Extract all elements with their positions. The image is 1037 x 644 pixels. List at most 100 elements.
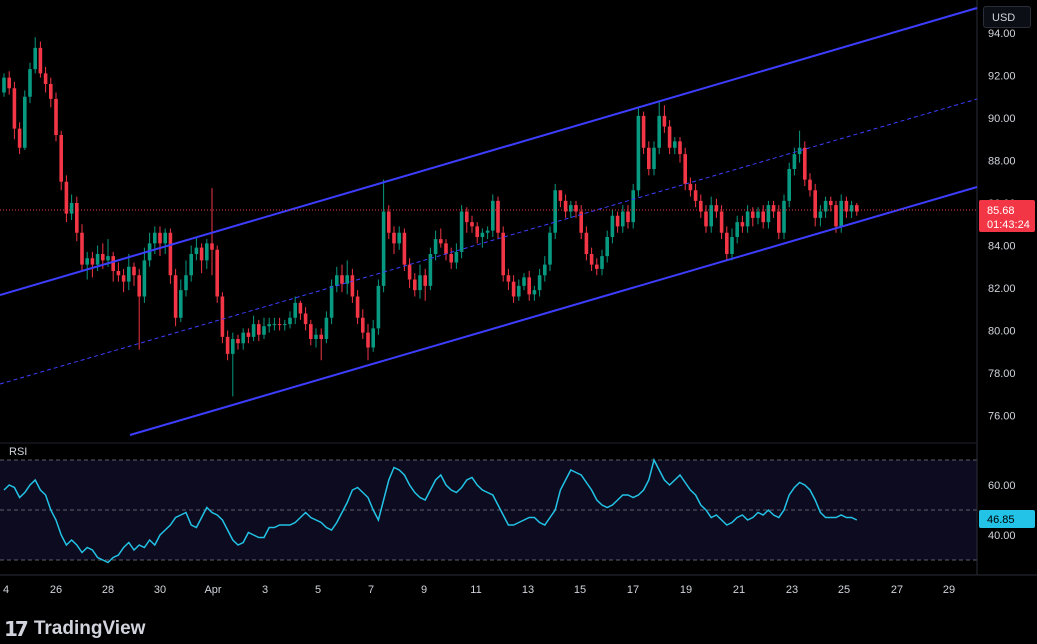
- candle-body: [303, 313, 308, 325]
- candle-body: [49, 84, 53, 99]
- candle-body: [168, 232, 173, 276]
- candle-body: [241, 332, 245, 344]
- candle-body: [262, 326, 266, 335]
- candle-body: [85, 258, 89, 265]
- time-tick-label: 15: [574, 584, 586, 596]
- candle-body: [714, 205, 719, 212]
- candle-body: [288, 317, 292, 325]
- candle-body: [849, 205, 854, 212]
- candle-body: [600, 256, 604, 269]
- candle-body: [506, 275, 511, 282]
- candle-body: [257, 324, 261, 335]
- price-tick-label: 88.00: [988, 156, 1016, 168]
- candle-body: [709, 205, 713, 227]
- candle-body: [7, 77, 11, 89]
- price-tick-label: 92.00: [988, 71, 1016, 83]
- candle-body: [381, 211, 386, 286]
- candle-body: [231, 339, 235, 354]
- candle-body: [683, 154, 687, 184]
- candle-body: [43, 73, 48, 84]
- candle-body: [615, 215, 620, 227]
- candle-body: [371, 328, 375, 348]
- candle-body: [803, 147, 807, 180]
- candle-body: [589, 254, 594, 265]
- candle-body: [626, 211, 630, 223]
- time-tick-label: Apr: [204, 584, 221, 596]
- rsi-label: RSI: [9, 446, 27, 458]
- candle-body: [693, 190, 698, 201]
- candle-body: [33, 47, 37, 70]
- candle-body: [17, 128, 22, 148]
- candle-body: [771, 205, 776, 212]
- candle-body: [329, 285, 334, 318]
- candle-body: [496, 200, 500, 233]
- candle-body: [397, 232, 401, 244]
- candle-body: [621, 211, 625, 227]
- rsi-badge: 46.85: [979, 510, 1035, 528]
- candle-body: [792, 154, 797, 169]
- candle-body: [517, 285, 521, 297]
- candle-body: [376, 285, 381, 329]
- candle-body: [173, 275, 178, 318]
- candle-body: [449, 254, 453, 263]
- time-tick-label: 30: [154, 584, 166, 596]
- price-tick-label: 94.00: [988, 28, 1016, 40]
- price-tick-label: 80.00: [988, 326, 1016, 338]
- price-tick-label: 90.00: [988, 113, 1016, 125]
- candle-body: [59, 135, 63, 182]
- candle-body: [80, 232, 84, 265]
- candle-body: [818, 211, 823, 218]
- candle-body: [366, 332, 370, 348]
- candle-body: [220, 296, 225, 337]
- candle-body: [459, 211, 464, 252]
- candle-body: [28, 69, 32, 97]
- candle-body: [407, 264, 412, 280]
- candle-body: [688, 183, 693, 191]
- candle-body: [2, 77, 6, 93]
- candle-body: [673, 141, 677, 148]
- candle-body: [678, 141, 682, 155]
- candle-body: [236, 339, 240, 344]
- candle-body: [444, 243, 448, 254]
- time-tick-label: 13: [522, 584, 534, 596]
- candle-body: [548, 232, 552, 265]
- candle-body: [730, 237, 734, 254]
- candle-body: [127, 266, 131, 282]
- candle-body: [532, 290, 537, 295]
- time-tick-label: 27: [891, 584, 903, 596]
- candle-body: [345, 275, 349, 284]
- candle-body: [111, 256, 115, 271]
- price-tick-label: 84.00: [988, 241, 1016, 253]
- candle-body: [418, 275, 422, 291]
- candle-body: [340, 275, 344, 284]
- time-tick-label: 21: [733, 584, 745, 596]
- candle-body: [647, 147, 651, 169]
- time-tick-label: 29: [943, 584, 955, 596]
- time-tick-label: 4: [3, 584, 9, 596]
- candle-body: [153, 232, 157, 244]
- candle-body: [251, 324, 256, 337]
- candle-body: [808, 179, 812, 191]
- candle-body: [132, 266, 136, 276]
- currency-button[interactable]: USD: [983, 6, 1031, 28]
- candle-body: [813, 190, 817, 218]
- candle-body: [298, 302, 303, 314]
- time-tick-label: 26: [50, 584, 62, 596]
- candle-body: [834, 205, 838, 227]
- time-tick-label: 28: [102, 584, 114, 596]
- candle-body: [439, 239, 443, 244]
- candle-body: [636, 115, 641, 191]
- price-tick-label: 78.00: [988, 368, 1016, 380]
- candle-body: [725, 232, 729, 254]
- time-tick-label: 7: [368, 584, 374, 596]
- candle-body: [777, 211, 781, 233]
- candle-body: [283, 324, 287, 326]
- candle-body: [205, 243, 209, 261]
- candle-body: [641, 115, 646, 148]
- candle-body: [210, 243, 214, 250]
- price-chart[interactable]: 94.0092.0090.0088.0086.0084.0082.0080.00…: [0, 0, 1037, 644]
- candle-body: [137, 275, 141, 297]
- candle-body: [413, 279, 417, 291]
- price-badge-countdown: 01:43:24: [987, 219, 1030, 231]
- candle-body: [158, 232, 162, 244]
